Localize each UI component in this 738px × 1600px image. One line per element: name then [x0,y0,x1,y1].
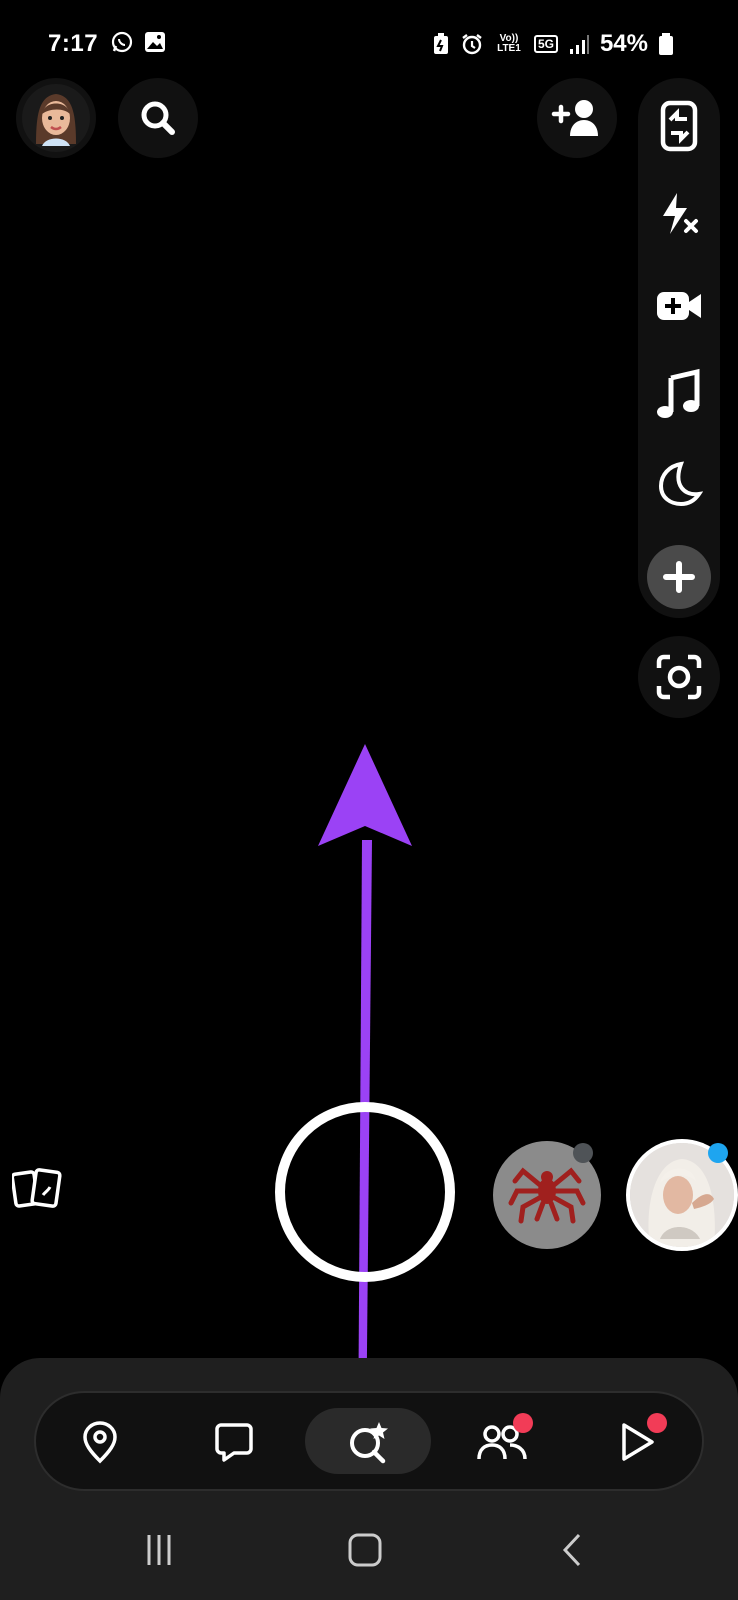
arrow-head [318,744,412,846]
stories-notification-badge [647,1413,667,1433]
home-icon [348,1533,382,1567]
video-effects-icon [657,292,701,320]
nav-friends[interactable] [460,1400,544,1484]
friends-notification-badge [513,1413,533,1433]
lens-status-dot [573,1143,593,1163]
add-friend-icon [551,100,598,136]
night-mode-button[interactable] [641,446,717,522]
bitmoji-avatar[interactable] [16,78,96,158]
volte-indicator: Vo)) LTE1 [497,33,521,54]
flash-toggle[interactable] [641,176,717,252]
back-button[interactable] [538,1515,608,1585]
whatsapp-icon [111,31,133,53]
shutter-button[interactable] [275,1102,455,1282]
search-button[interactable] [118,78,198,158]
recent-apps-button[interactable] [124,1515,194,1585]
music-icon [657,368,700,418]
battery-icon [659,33,673,55]
flip-camera-icon [660,100,698,152]
home-button[interactable] [330,1515,400,1585]
lens-spider[interactable] [491,1139,603,1251]
nav-map[interactable] [58,1400,142,1484]
status-time: 7:17 [48,30,99,57]
map-icon [83,1421,117,1464]
add-friend-button[interactable] [537,78,617,158]
music-button[interactable] [641,356,717,432]
signal-icon [569,35,589,54]
status-left-icons [110,30,166,54]
battery-percent: 54% [599,30,648,57]
nav-stories[interactable] [594,1400,678,1484]
video-effects-button[interactable] [641,268,717,344]
flash-off-icon [663,193,698,234]
back-icon [562,1533,581,1567]
plus-icon [663,561,695,593]
scan-icon [656,654,702,700]
lens-status-dot [708,1143,728,1163]
chat-icon [215,1423,253,1462]
night-mode-icon [658,461,703,507]
recent-apps-icon [147,1535,171,1565]
memories-icon [10,1168,62,1208]
nav-chat[interactable] [192,1400,276,1484]
nav-camera[interactable] [326,1400,410,1484]
alarm-icon [462,34,482,55]
camera-lens-icon [350,1422,388,1464]
network-badge: 5G [533,35,558,53]
scan-button[interactable] [638,636,720,718]
battery-saver-icon [433,33,448,54]
search-icon [141,101,175,135]
gallery-icon [145,32,165,52]
flip-camera-button[interactable] [641,88,717,164]
memories-button[interactable] [10,1165,64,1218]
lens-portrait[interactable] [626,1139,738,1251]
status-right: Vo)) LTE1 5G 54% [432,30,674,58]
bitmoji-avatar-image [22,84,90,152]
plus-button-bg [647,545,711,609]
more-tools-button[interactable] [641,539,717,615]
